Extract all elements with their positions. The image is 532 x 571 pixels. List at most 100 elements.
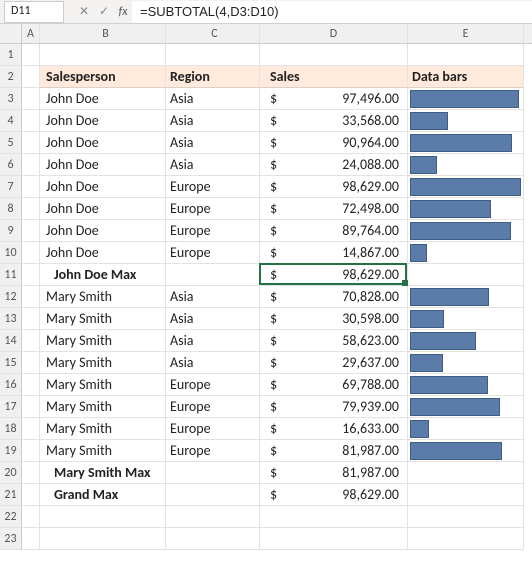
name-box[interactable]: D11 [4,1,64,23]
cancel-icon[interactable]: ✕ [74,4,94,19]
cell-region[interactable]: Asia [166,286,260,308]
cell-region[interactable] [166,484,260,506]
cell-sales[interactable]: $97,496.00 [260,88,408,110]
cell-salesperson[interactable]: Mary Smith [40,440,166,462]
cell-salesperson[interactable]: John Doe [40,154,166,176]
row-header[interactable]: 3 [0,88,22,110]
cell-a[interactable] [22,528,40,550]
cell-region[interactable]: Europe [166,440,260,462]
cell-a[interactable] [22,308,40,330]
cell-sales[interactable]: $58,623.00 [260,330,408,352]
cell-region[interactable]: Asia [166,352,260,374]
cell-a[interactable] [22,352,40,374]
cell-sales[interactable]: $79,939.00 [260,396,408,418]
cell-databar[interactable] [408,264,524,286]
cell-salesperson[interactable]: Mary Smith [40,330,166,352]
cell-sales[interactable]: $29,637.00 [260,352,408,374]
cell-salesperson[interactable]: John Doe [40,198,166,220]
cell-region[interactable]: Europe [166,418,260,440]
row-header[interactable]: 11 [0,264,22,286]
cell-a[interactable] [22,110,40,132]
cell-a[interactable] [22,220,40,242]
cell-a[interactable] [22,286,40,308]
cell-sales[interactable]: $72,498.00 [260,198,408,220]
row-header[interactable]: 23 [0,528,22,550]
fx-icon[interactable]: fx [114,5,132,19]
cell-databar[interactable] [408,176,524,198]
cell-salesperson[interactable]: Mary Smith [40,352,166,374]
col-header-b[interactable]: B [40,24,166,43]
row-header[interactable]: 8 [0,198,22,220]
cell-region[interactable] [166,528,260,550]
cell-databar[interactable] [408,132,524,154]
cell-databar[interactable] [408,242,524,264]
cell-region[interactable]: Europe [166,176,260,198]
cell-sales[interactable]: $70,828.00 [260,286,408,308]
row-header[interactable]: 6 [0,154,22,176]
cell-a[interactable] [22,462,40,484]
cell-salesperson[interactable]: John Doe [40,242,166,264]
col-header-a[interactable]: A [22,24,40,43]
cell-a[interactable] [22,132,40,154]
cell-sales[interactable]: $89,764.00 [260,220,408,242]
cell-region[interactable] [166,264,260,286]
cell-salesperson[interactable]: John Doe Max [40,264,166,286]
cell-salesperson[interactable] [40,528,166,550]
cell-a[interactable] [22,176,40,198]
grid[interactable]: A B C D E 12SalespersonRegionSalesData b… [0,24,532,550]
cell-databar[interactable] [408,374,524,396]
cell-region[interactable] [166,462,260,484]
cell-region[interactable]: Asia [166,330,260,352]
cell-region[interactable]: Europe [166,374,260,396]
cell-sales[interactable]: $16,633.00 [260,418,408,440]
cell-region[interactable]: Europe [166,396,260,418]
cell-a[interactable] [22,66,40,88]
cell-salesperson[interactable]: John Doe [40,88,166,110]
cell-salesperson[interactable]: John Doe [40,176,166,198]
cell-databar[interactable] [408,528,524,550]
row-header[interactable]: 10 [0,242,22,264]
cell-a[interactable] [22,440,40,462]
cell-region[interactable]: Europe [166,242,260,264]
cell-databar[interactable] [408,286,524,308]
row-header[interactable]: 5 [0,132,22,154]
row-header[interactable]: 20 [0,462,22,484]
cell-databar[interactable] [408,330,524,352]
cell-salesperson[interactable]: Mary Smith [40,374,166,396]
cell-a[interactable] [22,374,40,396]
cell-sales[interactable] [260,506,408,528]
row-header[interactable]: 21 [0,484,22,506]
col-header-e[interactable]: E [408,24,524,43]
row-header[interactable]: 18 [0,418,22,440]
cell-sales[interactable]: $30,598.00 [260,308,408,330]
cell-databar[interactable] [408,462,524,484]
cell-salesperson[interactable]: Grand Max [40,484,166,506]
cell-a[interactable] [22,198,40,220]
cell-region[interactable]: Asia [166,154,260,176]
cell-a[interactable] [22,330,40,352]
cell-a[interactable] [22,264,40,286]
cell-a[interactable] [22,484,40,506]
cell-databar[interactable] [408,198,524,220]
cell-a[interactable] [22,44,40,66]
cell-region[interactable]: Region [166,66,260,88]
cell-sales[interactable]: $33,568.00 [260,110,408,132]
row-header[interactable]: 9 [0,220,22,242]
cell-databar[interactable] [408,88,524,110]
cell-databar[interactable]: Data bars [408,66,524,88]
cell-salesperson[interactable]: Mary Smith [40,396,166,418]
cell-sales[interactable] [260,528,408,550]
cell-databar[interactable] [408,154,524,176]
cell-salesperson[interactable]: John Doe [40,132,166,154]
cell-a[interactable] [22,154,40,176]
cell-sales[interactable]: $90,964.00 [260,132,408,154]
row-header[interactable]: 2 [0,66,22,88]
cell-databar[interactable] [408,440,524,462]
row-header[interactable]: 13 [0,308,22,330]
cell-databar[interactable] [408,418,524,440]
cell-region[interactable]: Asia [166,110,260,132]
cell-sales[interactable]: $69,788.00 [260,374,408,396]
cell-salesperson[interactable] [40,506,166,528]
col-header-d[interactable]: D [260,24,408,43]
cell-databar[interactable] [408,396,524,418]
